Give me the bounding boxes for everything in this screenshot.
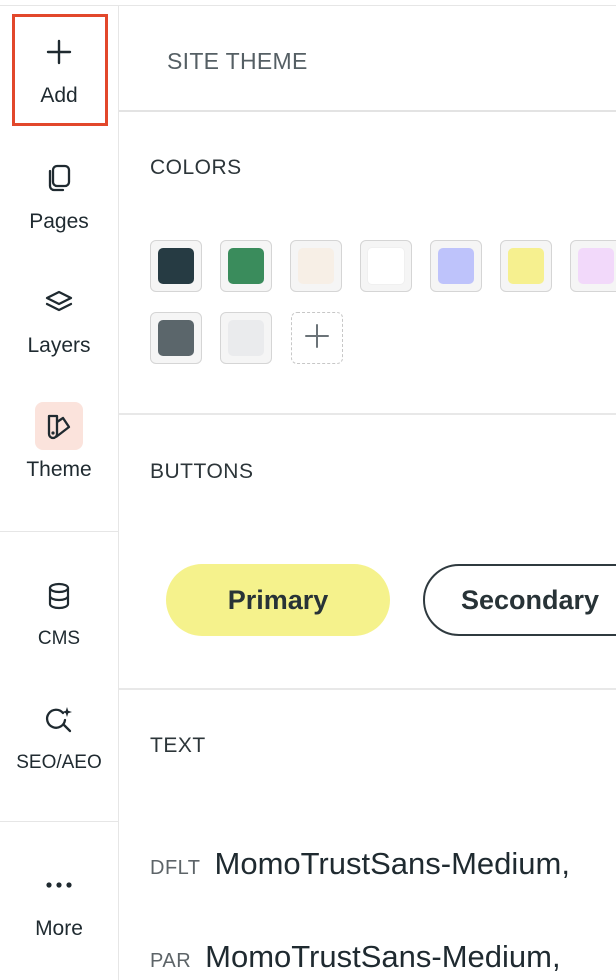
sidebar-divider	[0, 821, 118, 822]
color-swatch[interactable]	[500, 240, 552, 292]
sidebar-item-label: More	[35, 917, 83, 940]
sidebar-item-more[interactable]: More	[0, 861, 118, 941]
plus-icon	[304, 323, 330, 354]
pages-icon	[35, 154, 83, 202]
buttons-section-title: BUTTONS	[150, 460, 254, 483]
sidebar-item-label: Pages	[29, 210, 89, 233]
text-section-title: TEXT	[150, 734, 206, 757]
database-icon	[35, 572, 83, 620]
sidebar-item-label: Theme	[26, 458, 92, 481]
color-swatch[interactable]	[430, 240, 482, 292]
section-divider	[119, 413, 616, 415]
add-color-button[interactable]	[291, 312, 343, 364]
text-style-tag: PAR	[150, 950, 192, 972]
color-swatch-fill	[228, 248, 264, 284]
colors-section-title: COLORS	[150, 156, 242, 179]
sidebar-item-add[interactable]: Add	[0, 28, 118, 108]
color-swatch[interactable]	[220, 240, 272, 292]
sidebar-item-seo-aeo[interactable]: SEO/AEO	[0, 696, 118, 774]
color-swatch[interactable]	[150, 240, 202, 292]
color-swatch-fill	[367, 247, 405, 285]
sidebar-item-cms[interactable]: CMS	[0, 572, 118, 650]
color-swatch[interactable]	[220, 312, 272, 364]
theme-icon	[35, 402, 83, 450]
theme-panel: SITE THEME COLORS BUTTONS Primary Second…	[119, 6, 616, 980]
sidebar-divider	[0, 531, 118, 532]
page-title: SITE THEME	[167, 48, 308, 74]
sidebar: Add Pages Layers Theme CMS SEO/AEO More	[0, 6, 119, 980]
sidebar-item-label: SEO/AEO	[16, 752, 102, 773]
section-divider	[119, 688, 616, 690]
secondary-button-preview[interactable]: Secondary	[423, 564, 616, 636]
color-swatch-fill	[578, 248, 614, 284]
plus-icon	[35, 28, 83, 76]
more-dots-icon	[35, 861, 83, 909]
text-style-row[interactable]: DFLT MomoTrustSans-Medium,	[150, 846, 570, 882]
sidebar-item-pages[interactable]: Pages	[0, 154, 118, 234]
color-swatch-fill	[158, 320, 194, 356]
sidebar-item-theme[interactable]: Theme	[0, 402, 118, 482]
text-style-font: MomoTrustSans-Medium,	[214, 846, 570, 881]
sidebar-item-label: Layers	[27, 334, 91, 357]
color-swatch[interactable]	[290, 240, 342, 292]
layers-icon	[35, 278, 83, 326]
text-style-tag: DFLT	[150, 857, 201, 879]
color-swatch-fill	[508, 248, 544, 284]
text-style-font: MomoTrustSans-Medium,	[205, 939, 561, 974]
color-swatch-fill	[228, 320, 264, 356]
color-swatch[interactable]	[360, 240, 412, 292]
text-style-row[interactable]: PAR MomoTrustSans-Medium,	[150, 939, 561, 975]
sidebar-item-layers[interactable]: Layers	[0, 278, 118, 358]
color-swatch-fill	[438, 248, 474, 284]
color-swatch[interactable]	[570, 240, 616, 292]
color-swatch-fill	[158, 248, 194, 284]
sparkle-search-icon	[35, 696, 83, 744]
panel-header: SITE THEME	[119, 6, 616, 112]
color-swatch-fill	[298, 248, 334, 284]
primary-button-preview[interactable]: Primary	[166, 564, 390, 636]
sidebar-item-label: Add	[40, 84, 78, 107]
sidebar-item-label: CMS	[37, 628, 81, 649]
color-swatch[interactable]	[150, 312, 202, 364]
